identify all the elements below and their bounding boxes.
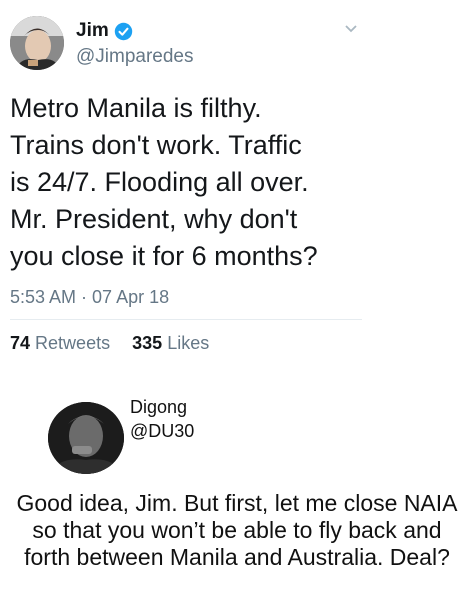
tweet-timestamp[interactable]: 5:53 AM · 07 Apr 18 xyxy=(10,287,169,308)
display-name: Digong xyxy=(130,397,188,417)
avatar xyxy=(48,402,124,474)
profile-photo-icon xyxy=(10,16,64,70)
divider xyxy=(10,319,362,320)
original-tweet: Jim @Jimparedes Metro Manila is filthy. … xyxy=(0,0,364,360)
reply-text: Good idea, Jim. But first, let me close … xyxy=(16,490,458,570)
display-name[interactable]: Jim xyxy=(76,20,109,42)
user-handle[interactable]: @Jimparedes xyxy=(76,46,194,68)
profile-photo-icon xyxy=(48,402,124,474)
likes-count[interactable]: 335 xyxy=(132,333,162,353)
verified-badge-icon xyxy=(114,22,133,41)
tweet-stats: 74 Retweets 335 Likes xyxy=(10,333,209,354)
author-name-row: Jim xyxy=(76,20,133,42)
avatar[interactable] xyxy=(10,16,64,70)
chevron-down-icon[interactable] xyxy=(344,24,358,34)
retweets-count[interactable]: 74 xyxy=(10,333,30,353)
tweet-text: Metro Manila is filthy. Trains don't wor… xyxy=(10,93,318,271)
reply-post: Digong @DU30 Good idea, Jim. But first, … xyxy=(0,385,474,613)
likes-label[interactable]: Likes xyxy=(167,333,209,353)
user-handle: @DU30 xyxy=(130,421,195,441)
retweets-label[interactable]: Retweets xyxy=(35,333,110,353)
